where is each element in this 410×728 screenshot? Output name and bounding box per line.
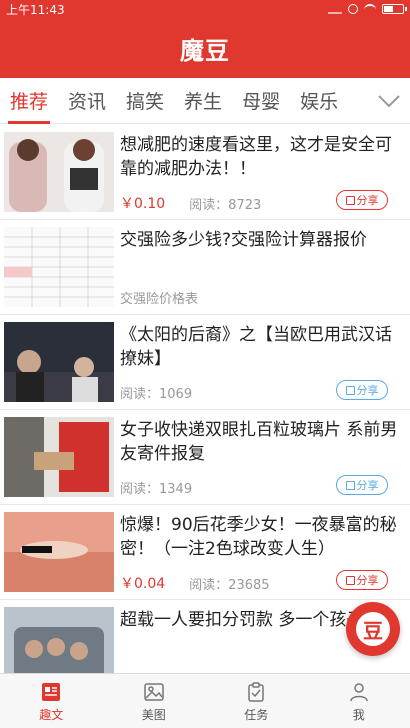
read-count: 阅读：23685 — [189, 577, 270, 593]
category-tabs: 推荐 资讯 搞笑 养生 母婴 娱乐 — [0, 78, 410, 124]
read-count: 阅读：1349 — [120, 482, 193, 497]
tab-baby[interactable]: 母婴 — [232, 78, 290, 124]
article-thumbnail — [4, 322, 114, 402]
settings-status-icon — [348, 4, 358, 14]
share-button[interactable]: 分享 — [336, 475, 388, 495]
article-title: 女子收快递双眼扎百粒玻璃片 系前男友寄件报复 — [120, 420, 398, 464]
share-button[interactable]: 分享 — [336, 190, 388, 210]
nav-articles[interactable]: 趣文 — [0, 674, 103, 728]
article-tag: 交强险价格表 — [120, 292, 199, 307]
article-thumbnail — [4, 227, 114, 307]
article-icon — [42, 682, 61, 701]
bottom-navigation: 趣文 美图 任务 我 — [0, 673, 410, 728]
share-icon — [345, 195, 355, 205]
article-thumbnail — [4, 607, 114, 673]
tab-recommend[interactable]: 推荐 — [0, 78, 58, 124]
battery-icon — [382, 4, 407, 14]
list-item[interactable]: 想减肥的速度看这里，这才是安全可靠的减肥办法！！ ￥0.10 阅读：8723 分… — [0, 125, 410, 220]
bean-logo-icon: 豆 — [356, 612, 390, 646]
app-header: 魔豆 — [0, 18, 410, 78]
article-feed: 想减肥的速度看这里，这才是安全可靠的减肥办法！！ ￥0.10 阅读：8723 分… — [0, 125, 410, 673]
person-icon — [350, 682, 368, 701]
image-icon — [144, 682, 164, 701]
article-meta: ￥0.04 阅读：23685 — [120, 573, 270, 593]
tab-news[interactable]: 资讯 — [58, 78, 116, 124]
article-meta: 阅读：1069 — [120, 383, 192, 402]
article-meta: ￥0.10 阅读：8723 — [120, 193, 261, 213]
signal-icon — [328, 4, 342, 14]
list-item[interactable]: 交强险多少钱?交强险计算器报价 交强险价格表 — [0, 220, 410, 315]
tab-funny[interactable]: 搞笑 — [116, 78, 174, 124]
list-item[interactable]: 惊爆！90后花季少女！一夜暴富的秘密！（一注2色球改变人生） ￥0.04 阅读：… — [0, 505, 410, 600]
status-icons — [328, 4, 407, 14]
list-item[interactable]: 女子收快递双眼扎百粒玻璃片 系前男友寄件报复 阅读：1349 分享 — [0, 410, 410, 505]
nav-tasks[interactable]: 任务 — [205, 674, 308, 728]
nav-me[interactable]: 我 — [308, 674, 410, 728]
article-title: 想减肥的速度看这里，这才是安全可靠的减肥办法！！ — [120, 135, 392, 179]
nav-pictures[interactable]: 美图 — [103, 674, 206, 728]
floating-action-button[interactable]: 豆 — [346, 602, 400, 656]
share-icon — [345, 385, 355, 395]
article-thumbnail — [4, 132, 114, 212]
reward-amount: ￥0.10 — [120, 196, 166, 212]
app-logo: 魔豆 — [180, 36, 230, 65]
status-time: 上午11:43 — [6, 2, 65, 17]
share-button[interactable]: 分享 — [336, 380, 388, 400]
task-icon — [248, 681, 264, 702]
chevron-down-icon[interactable] — [376, 88, 402, 114]
tab-health[interactable]: 养生 — [174, 78, 232, 124]
article-thumbnail — [4, 512, 114, 592]
share-button[interactable]: 分享 — [336, 570, 388, 590]
article-meta: 阅读：1349 — [120, 478, 192, 497]
reward-amount: ￥0.04 — [120, 576, 166, 592]
status-bar: 上午11:43 — [0, 0, 410, 18]
read-count: 阅读：1069 — [120, 387, 193, 402]
tab-entertainment[interactable]: 娱乐 — [290, 78, 348, 124]
read-count: 阅读：8723 — [189, 197, 262, 213]
article-meta: 交强险价格表 — [120, 288, 198, 307]
share-icon — [345, 480, 355, 490]
article-thumbnail — [4, 417, 114, 497]
article-title: 惊爆！90后花季少女！一夜暴富的秘密！（一注2色球改变人生） — [120, 515, 397, 559]
share-icon — [345, 575, 355, 585]
article-title: 《太阳的后裔》之【当欧巴用武汉话撩妹】 — [120, 325, 392, 369]
article-title: 交强险多少钱?交强险计算器报价 — [120, 230, 368, 250]
wifi-icon — [364, 4, 376, 14]
list-item[interactable]: 《太阳的后裔》之【当欧巴用武汉话撩妹】 阅读：1069 分享 — [0, 315, 410, 410]
